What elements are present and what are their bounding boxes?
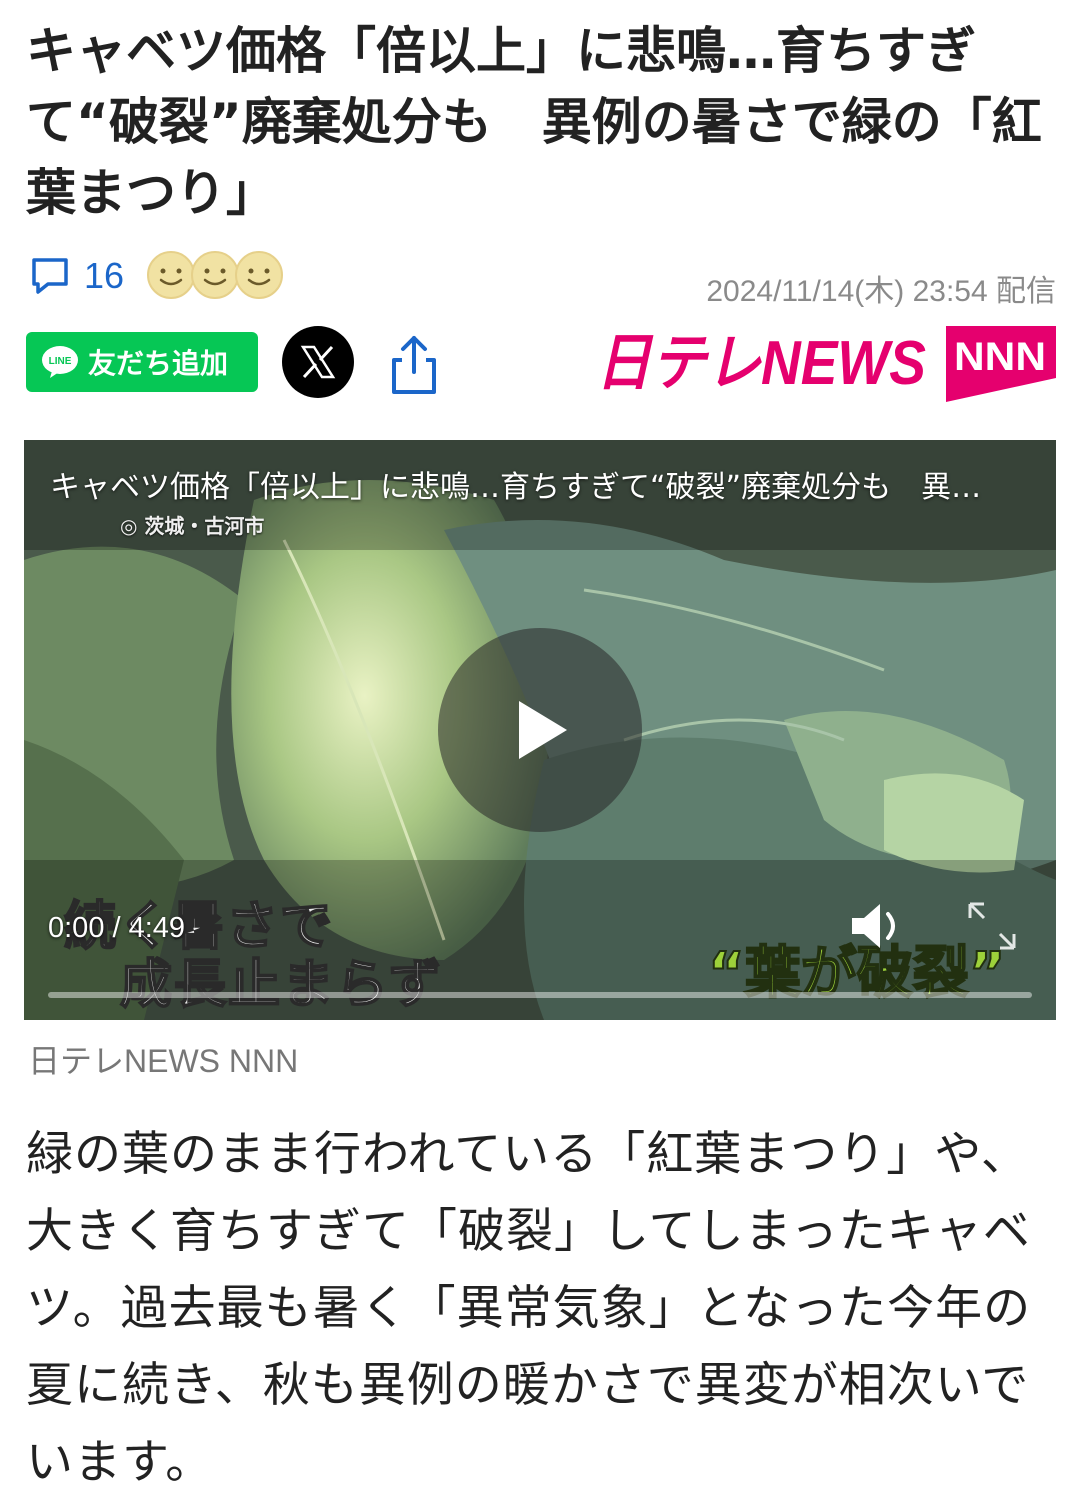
play-icon xyxy=(519,701,567,759)
line-badge-text: LINE xyxy=(49,356,72,367)
ntv-news-logo[interactable]: 日テレNEWS NNN xyxy=(596,322,1056,406)
reaction-faces[interactable] xyxy=(146,250,286,302)
article-body: 緑の葉のまま行われている「紅葉まつり」や、大きく育ちすぎて「破裂」してしまったキ… xyxy=(26,1127,1032,1490)
logo-badge-text: NNN xyxy=(954,335,1046,379)
comment-count: 16 xyxy=(84,255,125,296)
comment-link[interactable]: 16 xyxy=(28,254,124,298)
media-source[interactable]: 日テレNEWS NNN xyxy=(28,1036,298,1082)
reaction-face-icon xyxy=(191,251,239,299)
line-add-friend-button[interactable]: LINE 友だち追加 xyxy=(26,332,258,392)
video-player[interactable]: キャベツ価格「倍以上」に悲鳴…育ちすぎて“破裂”廃棄処分も 異例の暑さで緑の「紅… xyxy=(24,440,1056,1020)
comment-icon xyxy=(32,258,68,294)
x-share-button[interactable] xyxy=(282,326,354,398)
video-location: ◎ 茨城・古河市 xyxy=(120,514,265,538)
reaction-face-icon xyxy=(147,251,195,299)
meta-row: 16 2024/11/14(木) 23:54 配信 xyxy=(28,248,1056,308)
article-page: キャベツ価格「倍以上」に悲鳴…育ちすぎて“破裂”廃棄処分も 異例の暑さで緑の「紅… xyxy=(0,0,1080,1506)
share-icon[interactable] xyxy=(386,332,442,396)
publish-date: 2024/11/14(木) 23:54 配信 xyxy=(706,275,1056,308)
video-caption-line2: 成長止まらず xyxy=(119,954,443,1016)
video-title: キャベツ価格「倍以上」に悲鳴…育ちすぎて“破裂”廃棄処分も 異例の暑さで緑の「紅… xyxy=(50,470,1010,505)
reaction-face-icon xyxy=(235,251,283,299)
share-row: LINE 友だち追加 日テレNEWS NNN xyxy=(26,322,1056,406)
article-headline: キャベツ価格「倍以上」に悲鳴…育ちすぎて“破裂”廃棄処分も 異例の暑さで緑の「紅… xyxy=(26,22,1042,222)
play-button[interactable] xyxy=(438,628,642,832)
video-progress-bar[interactable] xyxy=(48,992,1032,998)
expand-icon[interactable] xyxy=(964,898,1020,954)
line-button-label: 友だち追加 xyxy=(88,347,229,380)
volume-icon[interactable] xyxy=(844,896,908,956)
line-icon: LINE xyxy=(42,346,78,378)
video-time: 0:00 / 4:49 xyxy=(48,912,186,944)
logo-brand-text: 日テレNEWS xyxy=(596,329,926,398)
x-logo-icon xyxy=(300,345,336,379)
